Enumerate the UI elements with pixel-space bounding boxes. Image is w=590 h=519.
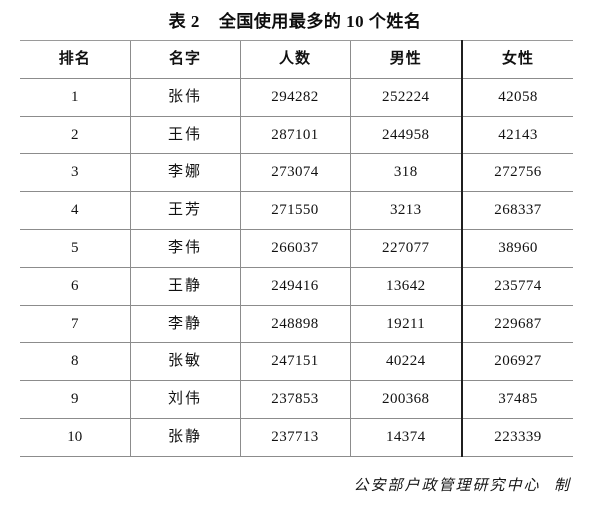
cell-rank: 6 bbox=[20, 266, 130, 306]
table-row: 2 王伟 287101 244958 42143 bbox=[20, 115, 573, 155]
table-row: 1 张伟 294282 252224 42058 bbox=[20, 77, 573, 117]
cell-name: 张静 bbox=[129, 417, 240, 457]
cell-female: 223339 bbox=[461, 417, 573, 457]
cell-male: 13642 bbox=[349, 266, 462, 306]
cell-total: 248898 bbox=[239, 304, 350, 344]
cell-name: 王芳 bbox=[129, 191, 240, 230]
column-header-rank: 排名 bbox=[20, 40, 130, 79]
table-header-row: 排名 名字 人数 男性 女性 bbox=[20, 40, 573, 79]
cell-female: 272756 bbox=[461, 153, 573, 193]
cell-total: 249416 bbox=[239, 266, 350, 306]
column-header-total: 人数 bbox=[239, 40, 350, 79]
cell-female: 37485 bbox=[461, 380, 573, 419]
cell-total: 273074 bbox=[239, 153, 350, 193]
cell-female: 229687 bbox=[461, 304, 573, 344]
cell-name: 李娜 bbox=[129, 153, 240, 193]
cell-name: 王伟 bbox=[129, 115, 240, 155]
cell-male: 227077 bbox=[349, 228, 462, 268]
table-row: 6 王静 249416 13642 235774 bbox=[20, 266, 573, 306]
cell-male: 252224 bbox=[349, 77, 462, 117]
column-header-female: 女性 bbox=[461, 40, 573, 79]
cell-rank: 10 bbox=[20, 417, 130, 457]
table-row: 8 张敏 247151 40224 206927 bbox=[20, 342, 573, 382]
cell-rank: 2 bbox=[20, 115, 130, 155]
cell-rank: 3 bbox=[20, 153, 130, 193]
cell-female: 235774 bbox=[461, 266, 573, 306]
cell-male: 3213 bbox=[349, 191, 462, 230]
cell-rank: 4 bbox=[20, 191, 130, 230]
table-row: 3 李娜 273074 318 272756 bbox=[20, 153, 573, 193]
cell-total: 287101 bbox=[239, 115, 350, 155]
cell-rank: 1 bbox=[20, 77, 130, 117]
cell-total: 247151 bbox=[239, 342, 350, 382]
page-title: 表 2 全国使用最多的 10 个姓名 bbox=[168, 12, 422, 31]
cell-female: 206927 bbox=[461, 342, 573, 382]
cell-name: 李静 bbox=[129, 304, 240, 344]
cell-total: 237853 bbox=[239, 380, 350, 419]
table-body: 1 张伟 294282 252224 42058 2 王伟 287101 244958 42143… bbox=[20, 77, 573, 457]
table-page: 表 2 全国使用最多的 10 个姓名 排名 名字 人数 男性 女性 1 张伟 294… bbox=[0, 0, 590, 519]
source-credit: 公安部户政管理研究中心 制 bbox=[353, 475, 571, 494]
cell-name: 李伟 bbox=[129, 228, 240, 268]
cell-female: 38960 bbox=[461, 228, 573, 268]
cell-male: 19211 bbox=[349, 304, 462, 344]
cell-male: 244958 bbox=[349, 115, 462, 155]
cell-name: 刘伟 bbox=[129, 380, 240, 419]
cell-rank: 8 bbox=[20, 342, 130, 382]
cell-male: 200368 bbox=[349, 380, 462, 419]
cell-total: 294282 bbox=[239, 77, 350, 117]
cell-total: 266037 bbox=[239, 228, 350, 268]
cell-rank: 5 bbox=[20, 228, 130, 268]
cell-male: 40224 bbox=[349, 342, 462, 382]
table-row: 4 王芳 271550 3213 268337 bbox=[20, 191, 573, 230]
table-row: 10 张静 237713 14374 223339 bbox=[20, 417, 573, 457]
table-container: 排名 名字 人数 男性 女性 1 张伟 294282 252224 42058 2 王伟 28… bbox=[0, 40, 590, 457]
cell-name: 张敏 bbox=[129, 342, 240, 382]
cell-female: 268337 bbox=[461, 191, 573, 230]
cell-name: 张伟 bbox=[129, 77, 240, 117]
cell-male: 14374 bbox=[349, 417, 462, 457]
cell-name: 王静 bbox=[129, 266, 240, 306]
cell-total: 237713 bbox=[239, 417, 350, 457]
cell-rank: 9 bbox=[20, 380, 130, 419]
table-row: 5 李伟 266037 227077 38960 bbox=[20, 228, 573, 268]
cell-total: 271550 bbox=[239, 191, 350, 230]
cell-male: 318 bbox=[349, 153, 462, 193]
table-row: 9 刘伟 237853 200368 37485 bbox=[20, 380, 573, 419]
cell-female: 42143 bbox=[461, 115, 573, 155]
column-header-name: 名字 bbox=[129, 40, 240, 79]
table-row: 7 李静 248898 19211 229687 bbox=[20, 304, 573, 344]
table-header: 排名 名字 人数 男性 女性 bbox=[20, 40, 573, 79]
column-header-male: 男性 bbox=[349, 40, 462, 79]
cell-rank: 7 bbox=[20, 304, 130, 344]
most-used-names-table: 排名 名字 人数 男性 女性 1 张伟 294282 252224 42058 2 王伟 28… bbox=[20, 40, 573, 457]
cell-female: 42058 bbox=[461, 77, 573, 117]
